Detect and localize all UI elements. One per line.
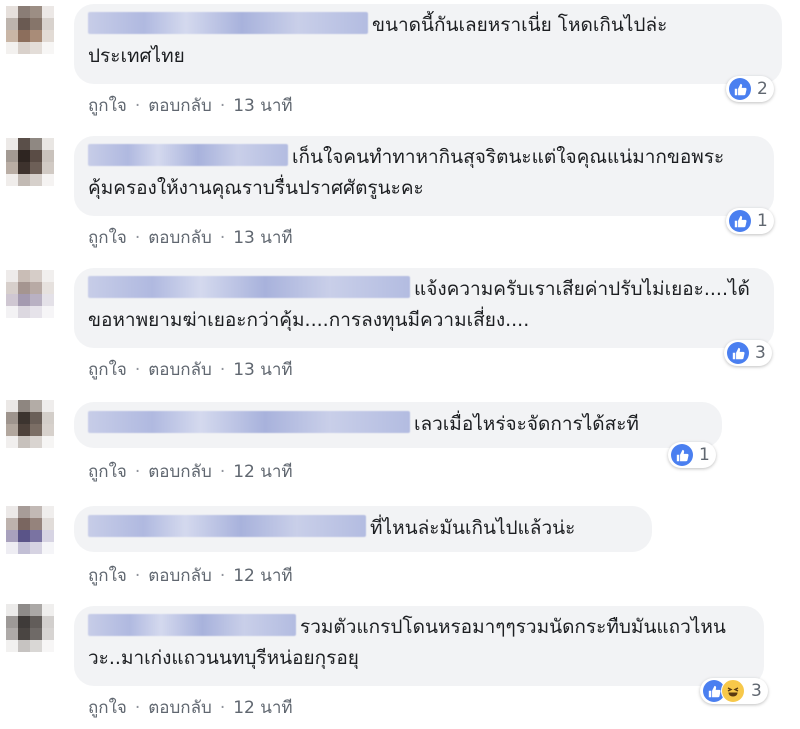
comment-text: ที่ไหนล่ะมันเกินไปแล้วน่ะ — [370, 517, 576, 539]
comment-bubble: เก็นใจคนทำทาหากินสุจริตนะแต่ใจคุณแน่มากข… — [74, 136, 774, 216]
like-link[interactable]: ถูกใจ — [88, 96, 127, 116]
reply-link[interactable]: ตอบกลับ — [148, 698, 212, 718]
like-reaction-icon — [729, 210, 751, 232]
timestamp[interactable]: 12 นาที — [233, 566, 292, 586]
reaction-summary[interactable]: 3 — [724, 340, 772, 366]
reaction-summary[interactable]: 2 — [726, 76, 774, 102]
reply-link[interactable]: ตอบกลับ — [148, 566, 212, 586]
comment-text: เลวเมื่อไหร่จะจัดการได้สะที — [414, 413, 639, 435]
timestamp[interactable]: 12 นาที — [233, 462, 292, 482]
commenter-name-blurred[interactable] — [88, 276, 410, 298]
like-link[interactable]: ถูกใจ — [88, 360, 127, 380]
like-reaction-icon — [727, 342, 749, 364]
comment-bubble: ขนาดนี้กันเลยหราเนี่ย โหดเกินไปล่ะประเทศ… — [74, 4, 782, 84]
commenter-name-blurred[interactable] — [88, 614, 296, 636]
comment-actions: ถูกใจ · ตอบกลับ · 13 นาที — [88, 360, 293, 380]
commenter-name-blurred[interactable] — [88, 12, 368, 34]
comment-actions: ถูกใจ · ตอบกลับ · 12 นาที — [88, 462, 293, 482]
comment-bubble: รวมตัวแกรปโดนหรอมาๆๆรวมนัดกระทืบมันแถวไห… — [74, 606, 764, 686]
like-reaction-icon — [671, 444, 693, 466]
reaction-count: 1 — [757, 211, 768, 231]
comment-actions: ถูกใจ · ตอบกลับ · 13 นาที — [88, 96, 293, 116]
reaction-count: 1 — [699, 445, 710, 465]
reply-link[interactable]: ตอบกลับ — [148, 360, 212, 380]
reaction-count: 3 — [751, 681, 762, 701]
reply-link[interactable]: ตอบกลับ — [148, 228, 212, 248]
comment-actions: ถูกใจ · ตอบกลับ · 12 นาที — [88, 566, 293, 586]
avatar[interactable] — [6, 138, 54, 186]
reaction-count: 2 — [757, 79, 768, 99]
comment-bubble: แจ้งความครับเราเสียค่าปรับไม่เยอะ....ได้… — [74, 268, 774, 348]
like-link[interactable]: ถูกใจ — [88, 462, 127, 482]
reaction-summary[interactable]: 3 — [700, 678, 768, 704]
timestamp[interactable]: 13 นาที — [233, 228, 292, 248]
comment-actions: ถูกใจ · ตอบกลับ · 12 นาที — [88, 698, 293, 718]
like-reaction-icon — [729, 78, 751, 100]
like-link[interactable]: ถูกใจ — [88, 698, 127, 718]
commenter-name-blurred[interactable] — [88, 411, 410, 433]
reply-link[interactable]: ตอบกลับ — [148, 462, 212, 482]
like-link[interactable]: ถูกใจ — [88, 566, 127, 586]
commenter-name-blurred[interactable] — [88, 144, 288, 166]
avatar[interactable] — [6, 604, 54, 652]
reaction-summary[interactable]: 1 — [668, 442, 716, 468]
comment-bubble: ที่ไหนล่ะมันเกินไปแล้วน่ะ — [74, 506, 652, 552]
avatar[interactable] — [6, 6, 54, 54]
comment-actions: ถูกใจ · ตอบกลับ · 13 นาที — [88, 228, 293, 248]
avatar[interactable] — [6, 270, 54, 318]
comment-bubble: เลวเมื่อไหร่จะจัดการได้สะที — [74, 402, 722, 448]
avatar[interactable] — [6, 400, 54, 448]
like-link[interactable]: ถูกใจ — [88, 228, 127, 248]
commenter-name-blurred[interactable] — [88, 515, 366, 537]
reply-link[interactable]: ตอบกลับ — [148, 96, 212, 116]
timestamp[interactable]: 13 นาที — [233, 360, 292, 380]
timestamp[interactable]: 12 นาที — [233, 698, 292, 718]
reaction-count: 3 — [755, 343, 766, 363]
haha-reaction-icon — [721, 679, 745, 703]
reaction-summary[interactable]: 1 — [726, 208, 774, 234]
avatar[interactable] — [6, 506, 54, 554]
timestamp[interactable]: 13 นาที — [233, 96, 292, 116]
